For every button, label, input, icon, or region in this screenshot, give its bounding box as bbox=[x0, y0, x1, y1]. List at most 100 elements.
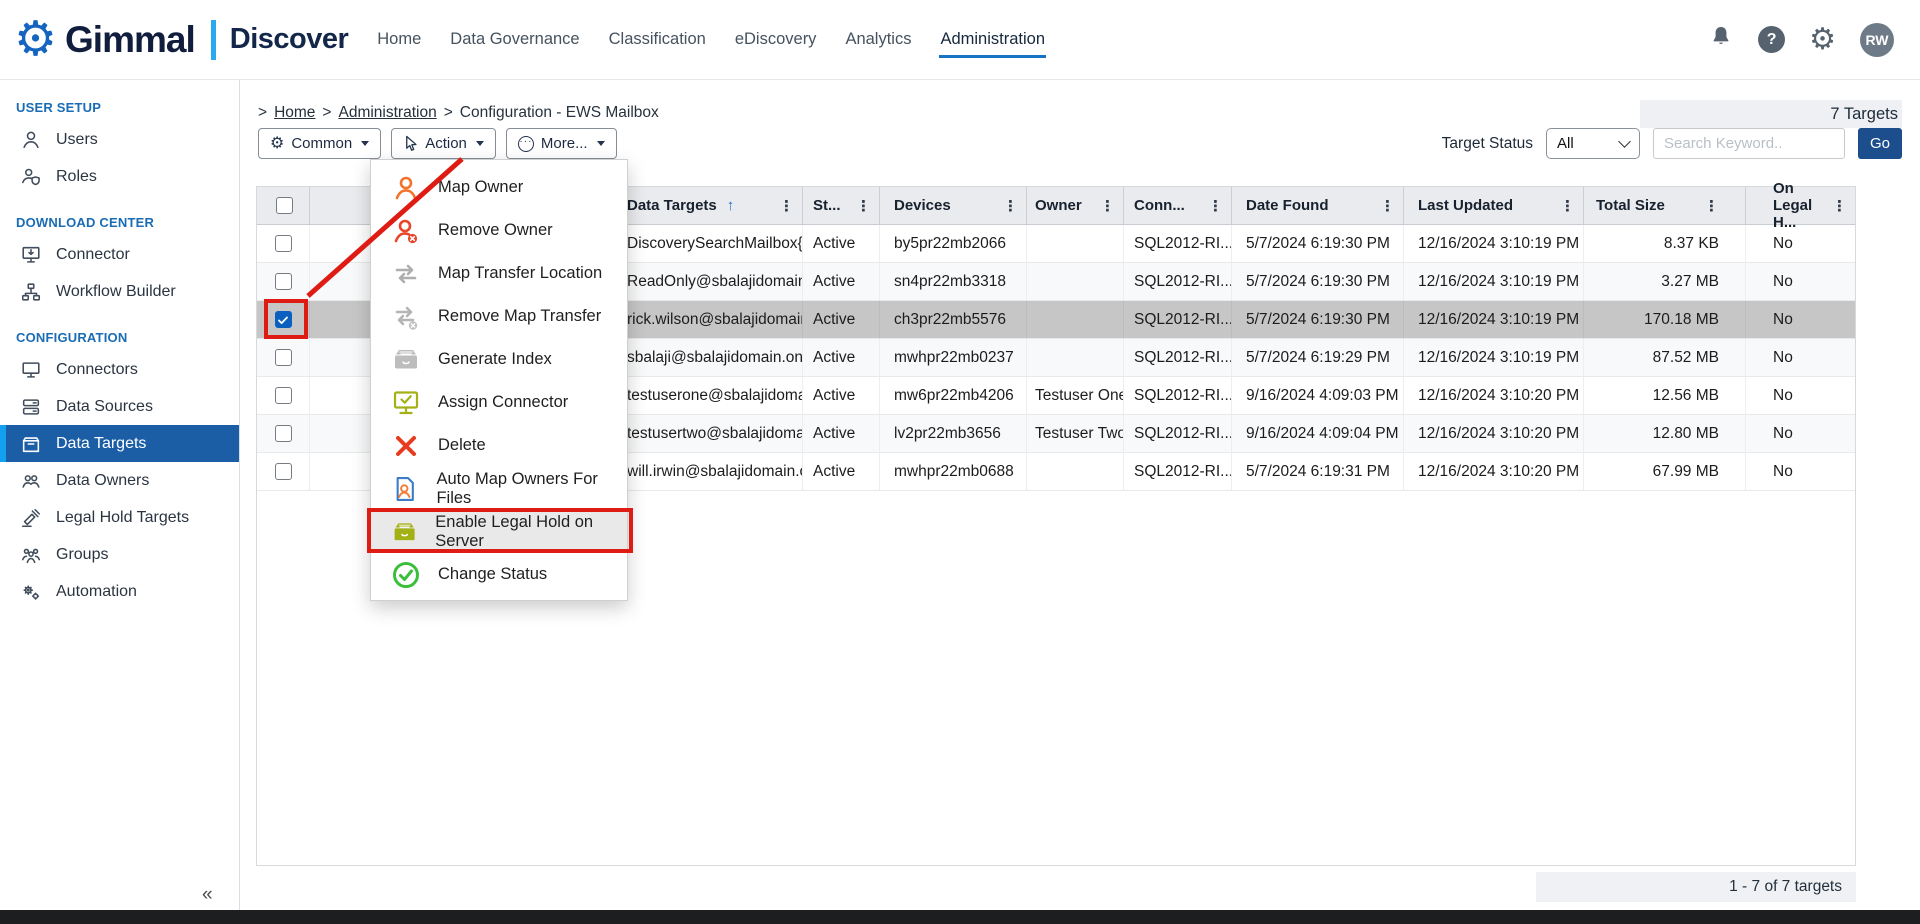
more-button[interactable]: ··· More... bbox=[506, 128, 617, 159]
select-all-checkbox[interactable] bbox=[276, 197, 293, 214]
pagination-status: 1 - 7 of 7 targets bbox=[1536, 872, 1856, 902]
nav-home[interactable]: Home bbox=[376, 22, 422, 58]
action-dropdown-menu: Map Owner Remove Owner Map Transfer Loca… bbox=[370, 159, 628, 601]
menu-item-map-owner[interactable]: Map Owner bbox=[371, 166, 627, 209]
help-icon[interactable]: ? bbox=[1758, 26, 1785, 53]
sidebar-item-data-sources[interactable]: Data Sources bbox=[0, 388, 239, 425]
column-menu-icon[interactable]: ⋮ bbox=[1698, 197, 1719, 215]
column-header-devices[interactable]: Devices⋮ bbox=[880, 187, 1027, 224]
column-header-connector[interactable]: Conn...⋮ bbox=[1124, 187, 1232, 224]
breadcrumb-home[interactable]: Home bbox=[274, 104, 315, 122]
sidebar-collapse-icon[interactable]: « bbox=[202, 884, 213, 906]
server-stack-icon bbox=[20, 396, 42, 418]
menu-item-change-status[interactable]: Change Status bbox=[371, 553, 627, 596]
main-content: > Home > Administration > Configuration … bbox=[240, 80, 1920, 910]
archive-box-icon bbox=[20, 433, 42, 455]
sidebar-item-workflow-builder[interactable]: Workflow Builder bbox=[0, 273, 239, 310]
breadcrumb-separator: > bbox=[444, 104, 453, 122]
sidebar-item-legal-hold-targets[interactable]: Legal Hold Targets bbox=[0, 499, 239, 536]
settings-gear-icon[interactable]: ⚙ bbox=[1809, 25, 1836, 55]
top-nav: Home Data Governance Classification eDis… bbox=[376, 22, 1046, 58]
column-menu-icon[interactable]: ⋮ bbox=[997, 197, 1018, 215]
menu-item-remove-owner[interactable]: Remove Owner bbox=[371, 209, 627, 252]
column-header-last-updated[interactable]: Last Updated⋮ bbox=[1404, 187, 1584, 224]
menu-item-enable-legal-hold[interactable]: Enable Legal Hold on Server bbox=[371, 510, 627, 553]
nav-ediscovery[interactable]: eDiscovery bbox=[734, 22, 818, 58]
column-header-date-found[interactable]: Date Found⋮ bbox=[1232, 187, 1404, 224]
column-header-data-targets[interactable]: Data Targets↑⋮ bbox=[623, 187, 803, 224]
search-input[interactable] bbox=[1653, 128, 1845, 159]
filter-bar: Target Status All Go bbox=[1442, 128, 1902, 159]
sidebar-item-data-targets[interactable]: Data Targets bbox=[0, 425, 239, 462]
logo-primary-text: Gimmal bbox=[65, 19, 195, 61]
column-menu-icon[interactable]: ⋮ bbox=[850, 197, 871, 215]
cursor-icon bbox=[403, 135, 418, 152]
breadcrumb-administration[interactable]: Administration bbox=[338, 104, 436, 122]
row-checkbox[interactable] bbox=[275, 425, 292, 442]
target-status-select[interactable]: All bbox=[1546, 128, 1640, 159]
action-button[interactable]: Action bbox=[391, 128, 496, 159]
common-button[interactable]: ⚙ Common bbox=[258, 128, 381, 159]
sidebar-item-connectors[interactable]: Connectors bbox=[0, 351, 239, 388]
caret-down-icon bbox=[597, 141, 605, 146]
app-logo: ⚙ Gimmal Discover bbox=[14, 16, 348, 64]
sidebar: USER SETUP Users Roles DOWNLOAD CENTER C… bbox=[0, 80, 240, 910]
nav-analytics[interactable]: Analytics bbox=[844, 22, 912, 58]
user-avatar[interactable]: RW bbox=[1860, 23, 1894, 57]
document-person-icon bbox=[391, 474, 419, 504]
caret-down-icon bbox=[361, 141, 369, 146]
menu-item-generate-index[interactable]: Generate Index bbox=[371, 338, 627, 381]
column-header-on-legal-hold[interactable]: On Legal H...⋮ bbox=[1746, 187, 1855, 224]
row-checkbox[interactable] bbox=[275, 235, 292, 252]
row-checkbox[interactable] bbox=[275, 463, 292, 480]
taskbar-strip bbox=[0, 910, 1920, 924]
select-all-checkbox-cell[interactable] bbox=[257, 187, 310, 224]
go-button[interactable]: Go bbox=[1858, 128, 1902, 159]
person-remove-icon bbox=[391, 216, 421, 246]
column-menu-icon[interactable]: ⋮ bbox=[1202, 197, 1223, 215]
gavel-icon bbox=[20, 507, 42, 529]
monitor-icon bbox=[20, 359, 42, 381]
column-menu-icon[interactable]: ⋮ bbox=[1826, 197, 1847, 215]
targets-count: 7 Targets bbox=[1640, 100, 1902, 128]
column-menu-icon[interactable]: ⋮ bbox=[1554, 197, 1575, 215]
cell-data-target: ReadOnly@sbalajidomain.... bbox=[623, 263, 803, 300]
menu-item-auto-map-owners[interactable]: Auto Map Owners For Files bbox=[371, 467, 627, 510]
sidebar-item-groups[interactable]: Groups bbox=[0, 536, 239, 573]
row-checkbox[interactable] bbox=[275, 387, 292, 404]
person-icon bbox=[391, 173, 421, 203]
sidebar-item-data-owners[interactable]: Data Owners bbox=[0, 462, 239, 499]
nav-data-governance[interactable]: Data Governance bbox=[449, 22, 580, 58]
row-checkbox[interactable] bbox=[275, 273, 292, 290]
column-header-total-size[interactable]: Total Size⋮ bbox=[1584, 187, 1746, 224]
column-header-status[interactable]: St...⋮ bbox=[803, 187, 880, 224]
cell-data-target: testusertwo@sbalajidomai... bbox=[623, 415, 803, 452]
circle-check-icon bbox=[391, 560, 421, 590]
header-actions: ? ⚙ RW bbox=[1708, 23, 1894, 57]
row-checkbox-checked[interactable] bbox=[275, 311, 292, 328]
transfer-arrows-icon bbox=[391, 259, 421, 289]
column-menu-icon[interactable]: ⋮ bbox=[1094, 197, 1115, 215]
workflow-icon bbox=[20, 281, 42, 303]
row-checkbox[interactable] bbox=[275, 349, 292, 366]
column-header-owner[interactable]: Owner⋮ bbox=[1027, 187, 1124, 224]
menu-item-assign-connector[interactable]: Assign Connector bbox=[371, 381, 627, 424]
cell-data-target: testuserone@sbalajidomai... bbox=[623, 377, 803, 414]
sidebar-item-roles[interactable]: Roles bbox=[0, 158, 239, 195]
menu-item-delete[interactable]: Delete bbox=[371, 424, 627, 467]
menu-item-map-transfer-location[interactable]: Map Transfer Location bbox=[371, 252, 627, 295]
breadcrumb: > Home > Administration > Configuration … bbox=[258, 104, 659, 122]
caret-down-icon bbox=[476, 141, 484, 146]
nav-administration[interactable]: Administration bbox=[939, 22, 1046, 58]
user-shield-icon bbox=[20, 166, 42, 188]
sidebar-item-connector[interactable]: Connector bbox=[0, 236, 239, 273]
gear-icon: ⚙ bbox=[270, 136, 284, 152]
nav-classification[interactable]: Classification bbox=[608, 22, 707, 58]
sidebar-item-users[interactable]: Users bbox=[0, 121, 239, 158]
notifications-bell-icon[interactable] bbox=[1708, 24, 1734, 55]
cell-data-target: sbalaji@sbalajidomain.on... bbox=[623, 339, 803, 376]
menu-item-remove-map-transfer[interactable]: Remove Map Transfer bbox=[371, 295, 627, 338]
column-menu-icon[interactable]: ⋮ bbox=[1374, 197, 1395, 215]
column-menu-icon[interactable]: ⋮ bbox=[773, 197, 794, 215]
sidebar-item-automation[interactable]: Automation bbox=[0, 573, 239, 610]
